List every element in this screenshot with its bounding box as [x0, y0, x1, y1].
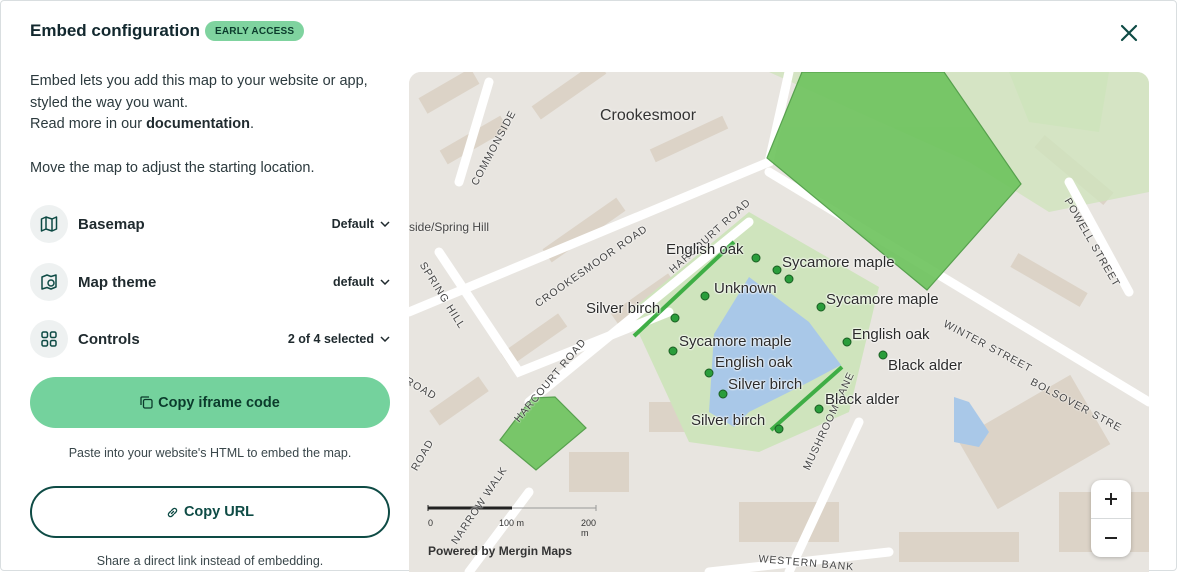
tree-label: Sycamore maple: [679, 333, 792, 350]
map-icon: [30, 205, 68, 243]
tree-label: Sycamore maple: [782, 254, 895, 271]
tree-label: English oak: [715, 354, 793, 371]
setting-label: Controls: [78, 330, 140, 348]
chevron-down-icon: [380, 279, 390, 285]
scale-tick: 200 m: [581, 518, 597, 538]
scale-tick: 100 m: [499, 518, 525, 528]
setting-controls: Controls 2 of 4 selected: [30, 320, 390, 358]
grid-icon: [30, 320, 68, 358]
tree-point[interactable]: [718, 389, 728, 399]
chevron-down-icon: [380, 336, 390, 342]
map-preview[interactable]: Crookesmoor side/Spring Hill COMMONSIDE CRO…: [409, 72, 1149, 572]
intro-text: Embed lets you add this map to your webs…: [30, 71, 390, 136]
tree-label: Silver birch: [691, 412, 766, 429]
theme-icon: [30, 263, 68, 301]
place-label: Crookesmoor: [600, 107, 697, 124]
copy-url-button[interactable]: Copy URL: [30, 486, 390, 538]
zoom-in-button[interactable]: [1091, 480, 1131, 518]
setting-label: Map theme: [78, 273, 157, 291]
intro-line-2: styled the way you want.: [30, 94, 188, 111]
scale-tick: 0: [428, 518, 434, 528]
tree-label: Black alder: [825, 391, 900, 408]
map-canvas[interactable]: [409, 72, 1149, 572]
tree-label: English oak: [666, 241, 744, 258]
copy-iframe-hint: Paste into your website's HTML to embed …: [68, 446, 352, 460]
basemap-value: Default: [331, 217, 374, 231]
copy-icon: [140, 396, 153, 409]
tree-label: Silver birch: [728, 376, 803, 393]
read-more-prefix: Read more in our: [30, 116, 147, 132]
tree-point[interactable]: [814, 404, 824, 414]
controls-value: 2 of 4 selected: [287, 332, 374, 346]
copy-iframe-button[interactable]: Copy iframe code: [30, 377, 390, 428]
map-theme-select[interactable]: default: [333, 275, 390, 289]
copy-url-hint: Share a direct link instead of embedding…: [96, 554, 324, 568]
basemap-select[interactable]: Default: [332, 217, 390, 231]
setting-basemap: Basemap Default: [30, 205, 390, 243]
tree-label: Silver birch: [586, 300, 661, 317]
attribution: Powered by Mergin Maps: [428, 544, 573, 558]
dialog-title: Embed configuration: [30, 21, 200, 40]
map-theme-value: default: [333, 275, 374, 289]
embed-dialog: Embed configuration EARLY ACCESS Embed l…: [0, 0, 1177, 572]
tree-label: Unknown: [714, 280, 777, 297]
minus-icon: [1105, 537, 1117, 539]
tree-label: Sycamore maple: [826, 291, 939, 308]
tree-point[interactable]: [816, 302, 826, 312]
tree-point[interactable]: [842, 337, 852, 347]
tree-point[interactable]: [772, 265, 782, 275]
tree-point[interactable]: [878, 350, 888, 360]
scale-labels: 0 100 m 200 m: [428, 502, 598, 538]
tree-point[interactable]: [668, 346, 678, 356]
close-button[interactable]: [1115, 19, 1143, 47]
early-access-badge: EARLY ACCESS: [205, 21, 305, 41]
setting-map-theme: Map theme default: [30, 263, 390, 301]
tree-point[interactable]: [774, 424, 784, 434]
tree-point[interactable]: [704, 368, 714, 378]
zoom-out-button[interactable]: [1091, 519, 1131, 557]
close-icon: [1120, 24, 1138, 42]
read-more-suffix: .: [249, 116, 255, 132]
tree-point[interactable]: [751, 253, 761, 263]
tree-point[interactable]: [784, 274, 794, 284]
chevron-down-icon: [380, 221, 390, 227]
area-label: side/Spring Hill: [409, 220, 490, 234]
tree-point[interactable]: [670, 313, 680, 323]
intro-line-1: Embed lets you add this map to your webs…: [30, 73, 368, 89]
tree-label: English oak: [852, 326, 930, 343]
controls-select[interactable]: 2 of 4 selected: [288, 332, 390, 346]
copy-iframe-label: Copy iframe code: [158, 394, 280, 411]
tree-point[interactable]: [700, 291, 710, 301]
zoom-control: [1091, 480, 1131, 557]
tree-label: Black alder: [888, 357, 963, 374]
move-map-instruction: Move the map to adjust the starting loca…: [30, 160, 315, 176]
documentation-link[interactable]: documentation: [146, 116, 250, 132]
plus-icon: [1105, 493, 1117, 505]
dialog-header: Embed configuration EARLY ACCESS: [30, 21, 305, 41]
setting-label: Basemap: [78, 215, 145, 233]
copy-url-label: Copy URL: [183, 504, 255, 520]
link-icon: [167, 507, 178, 517]
